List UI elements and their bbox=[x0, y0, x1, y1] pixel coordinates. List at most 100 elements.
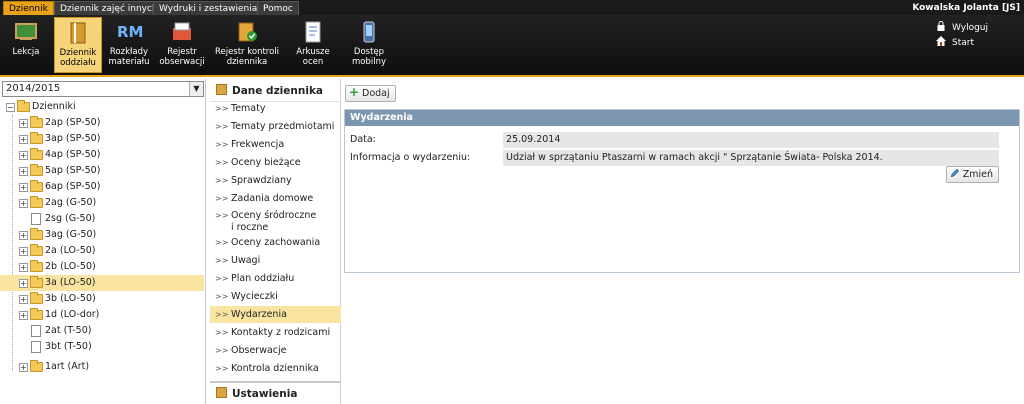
double-chevron-icon: >> bbox=[215, 310, 229, 319]
edit-button[interactable]: Zmień bbox=[945, 166, 999, 183]
toolbar-button-lekcja[interactable]: Lekcja bbox=[4, 17, 48, 73]
chevron-down-icon[interactable]: ▼ bbox=[189, 82, 203, 96]
collapse-icon[interactable]: − bbox=[6, 103, 15, 112]
expand-icon[interactable]: + bbox=[19, 247, 28, 256]
journal-tree-panel: 2014/2015 ▼ − Dzienniki + 2ap (SP-50) + … bbox=[0, 79, 206, 404]
expand-icon[interactable]: + bbox=[19, 151, 28, 160]
expand-icon[interactable]: + bbox=[19, 119, 28, 128]
document-icon bbox=[31, 341, 41, 353]
tree-item[interactable]: + 2a (LO-50) bbox=[0, 243, 204, 259]
menu-tab-dziennik[interactable]: Dziennik bbox=[3, 1, 54, 15]
info-row: Informacja o wydarzeniu: Udział w sprząt… bbox=[345, 150, 1019, 166]
double-chevron-icon: >> bbox=[215, 122, 229, 131]
expand-icon[interactable]: + bbox=[19, 183, 28, 192]
settings-icon bbox=[216, 387, 227, 398]
folder-icon bbox=[30, 308, 43, 320]
tree-item[interactable]: + 2b (LO-50) bbox=[0, 259, 204, 275]
rm-icon: RM bbox=[117, 23, 144, 41]
tree-item[interactable]: + 6ap (SP-50) bbox=[0, 179, 204, 195]
tree-item[interactable]: + 5ap (SP-50) bbox=[0, 163, 204, 179]
date-row: Data: 25.09.2014 bbox=[345, 132, 1019, 148]
tree-item[interactable]: + 2ap (SP-50) bbox=[0, 115, 204, 131]
double-chevron-icon: >> bbox=[215, 140, 229, 149]
start-link[interactable]: Start bbox=[936, 36, 974, 48]
add-button[interactable]: + Dodaj bbox=[345, 85, 396, 102]
double-chevron-icon: >> bbox=[215, 238, 229, 247]
nav-item-wydarzenia[interactable]: >> Wydarzenia bbox=[210, 306, 341, 323]
expand-icon[interactable]: + bbox=[19, 363, 28, 372]
double-chevron-icon: >> bbox=[215, 211, 229, 220]
double-chevron-icon: >> bbox=[215, 328, 229, 337]
double-chevron-icon: >> bbox=[215, 176, 229, 185]
document-icon bbox=[31, 213, 41, 225]
expand-icon[interactable]: + bbox=[19, 279, 28, 288]
mobile-access-icon bbox=[363, 21, 375, 43]
tree-item[interactable]: + 1art (Art) bbox=[0, 359, 204, 375]
toolbar-label: Lekcja bbox=[12, 47, 40, 57]
toolbar-button-rejestr-kontroli[interactable]: Rejestr kontroli dziennika bbox=[210, 17, 284, 73]
menu-tab-wydruki[interactable]: Wydruki i zestawienia bbox=[153, 1, 264, 15]
tree-item[interactable]: 2at (T-50) bbox=[0, 323, 204, 339]
journal-data-icon bbox=[216, 84, 227, 95]
folder-icon bbox=[30, 360, 43, 372]
card-title: Wydarzenia bbox=[345, 110, 1019, 126]
folder-icon bbox=[30, 292, 43, 304]
tree-item[interactable]: + 3ag (G-50) bbox=[0, 227, 204, 243]
section-header-dane-dziennika[interactable]: Dane dziennika bbox=[210, 80, 341, 102]
double-chevron-icon: >> bbox=[215, 292, 229, 301]
lock-icon bbox=[937, 21, 945, 31]
home-icon bbox=[936, 36, 946, 46]
events-card: Wydarzenia Data: 25.09.2014 Informacja o… bbox=[344, 109, 1020, 273]
toolbar-button-rejestr-obserwacji[interactable]: Rejestr obserwacji bbox=[156, 17, 208, 73]
tree-item[interactable]: + 3b (LO-50) bbox=[0, 291, 204, 307]
toolbar-button-rozklady-materialu[interactable]: RM Rozkłady materiału bbox=[106, 17, 152, 73]
toolbar-label: mobilny bbox=[351, 57, 387, 67]
toolbar-label: Dziennik bbox=[59, 48, 97, 58]
expand-icon[interactable]: + bbox=[19, 135, 28, 144]
expand-icon[interactable]: + bbox=[19, 199, 28, 208]
toolbar-label: Rejestr bbox=[167, 47, 197, 57]
expand-icon[interactable]: + bbox=[19, 295, 28, 304]
tree-item[interactable]: + 2ag (G-50) bbox=[0, 195, 204, 211]
pencil-icon bbox=[950, 168, 960, 178]
toolbar-button-dziennik-oddzialu[interactable]: Dziennik oddziału bbox=[54, 17, 102, 73]
toolbar-button-dostep-mobilny[interactable]: Dostęp mobilny bbox=[346, 17, 392, 73]
section-header-ustawienia[interactable]: Ustawienia dziennika bbox=[210, 381, 341, 403]
tree-item[interactable]: + 4ap (SP-50) bbox=[0, 147, 204, 163]
double-chevron-icon: >> bbox=[215, 364, 229, 373]
folder-icon bbox=[30, 244, 43, 256]
toolbar-button-arkusze-ocen[interactable]: Arkusze ocen bbox=[290, 17, 336, 73]
toolbar-label: Rejestr kontroli bbox=[214, 47, 280, 57]
tree-root-dzienniki[interactable]: − Dzienniki bbox=[0, 99, 204, 115]
folder-icon bbox=[30, 164, 43, 176]
tree-item-selected[interactable]: + 3a (LO-50) bbox=[0, 275, 204, 291]
menu-tab-dziennik-zajec-innych[interactable]: Dziennik zajęć innych bbox=[54, 1, 164, 15]
folder-icon bbox=[30, 228, 43, 240]
folder-icon bbox=[30, 148, 43, 160]
expand-icon[interactable]: + bbox=[19, 231, 28, 240]
journal-book-icon bbox=[70, 22, 86, 44]
school-year-select[interactable]: 2014/2015 ▼ bbox=[2, 81, 204, 97]
tree-item[interactable]: + 1d (LO-dor) bbox=[0, 307, 204, 323]
double-chevron-icon: >> bbox=[215, 158, 229, 167]
tree-item[interactable]: 3bt (T-50) bbox=[0, 339, 204, 355]
journal-sections-panel: Dane dziennika >> Tematy >> Tematy przedmi… bbox=[210, 79, 341, 404]
expand-icon[interactable]: + bbox=[19, 311, 28, 320]
events-content: + Dodaj Wydarzenia Data: 25.09.2014 Infor… bbox=[342, 79, 1024, 404]
info-value: Udział w sprzątaniu Ptaszarni w ramach a… bbox=[503, 150, 999, 166]
double-chevron-icon: >> bbox=[215, 256, 229, 265]
logout-link[interactable]: Wyloguj bbox=[936, 21, 988, 33]
tree-item[interactable]: 2sg (G-50) bbox=[0, 211, 204, 227]
main-toolbar: Lekcja Dziennik oddziału RM Rozkłady mat… bbox=[0, 15, 1024, 77]
double-chevron-icon: >> bbox=[215, 346, 229, 355]
date-value: 25.09.2014 bbox=[503, 132, 999, 148]
nav-item-oceny-srodroczne[interactable]: >> Oceny śródroczne i roczne bbox=[210, 210, 341, 234]
expand-icon[interactable]: + bbox=[19, 167, 28, 176]
folder-icon bbox=[30, 276, 43, 288]
menu-tab-pomoc[interactable]: Pomoc bbox=[257, 1, 299, 15]
toolbar-label: oddziału bbox=[60, 58, 96, 68]
tree-item[interactable]: + 3ap (SP-50) bbox=[0, 131, 204, 147]
toolbar-label: materiału bbox=[108, 57, 150, 67]
toolbar-label: Arkusze bbox=[296, 47, 330, 57]
expand-icon[interactable]: + bbox=[19, 263, 28, 272]
